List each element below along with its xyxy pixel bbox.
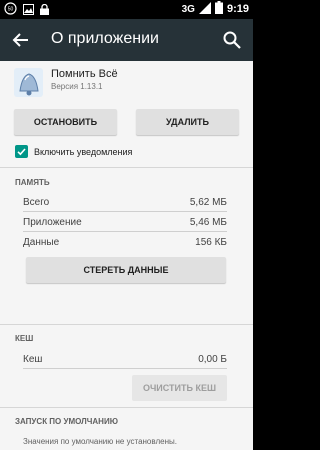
defaults-header: ЗАПУСК ПО УМОЛЧАНИЮ [15,417,118,426]
memory-total-label: Всего [23,197,50,208]
arrow-back-icon[interactable] [10,29,32,51]
lock-icon [40,2,49,20]
app-name: Помнить Всё [51,68,118,80]
divider [0,167,253,168]
app-toolbar: О приложении [0,19,253,61]
memory-data-value: 156 КБ [195,237,227,248]
page-title: О приложении [51,30,159,47]
row-divider [23,231,227,232]
status-bar: 50 3G 9:19 [0,0,253,19]
clear-cache-button[interactable]: ОЧИСТИТЬ КЕШ [132,375,227,401]
signal-icon [198,1,211,17]
stop-button[interactable]: ОСТАНОВИТЬ [14,109,117,135]
row-divider [23,211,227,212]
memory-header: ПАМЯТЬ [15,178,50,187]
defaults-text: Значения по умолчанию не установлены. [23,437,177,446]
clock: 9:19 [226,3,249,15]
cache-header: КЕШ [15,334,34,343]
app-version: Версия 1.13.1 [51,82,103,91]
status-bar-right: 3G 9:19 [182,1,249,17]
divider [0,324,253,325]
memory-total-value: 5,62 МБ [189,197,227,208]
notifications-checkbox[interactable] [15,145,28,158]
app-info-content: Помнить Всё Версия 1.13.1 ОСТАНОВИТЬ УДА… [0,61,253,450]
status-bar-left: 50 [4,2,49,20]
divider [0,407,253,408]
image-icon [23,2,34,20]
memory-app-label: Приложение [23,217,82,228]
search-icon[interactable] [221,29,243,51]
network-type: 3G [181,3,195,15]
memory-data-label: Данные [23,237,60,248]
clear-data-button[interactable]: СТЕРЕТЬ ДАННЫЕ [26,257,226,283]
notification-bubble-icon: 50 [4,2,17,20]
memory-app-value: 5,46 МБ [189,217,227,228]
cache-label: Кеш [23,354,43,365]
bell-icon [12,66,45,99]
cache-value: 0,00 Б [198,354,227,365]
row-divider [23,368,227,369]
notifications-label: Включить уведомления [34,147,133,157]
battery-icon [214,1,223,17]
delete-button[interactable]: УДАЛИТЬ [136,109,239,135]
svg-text:50: 50 [8,7,14,13]
